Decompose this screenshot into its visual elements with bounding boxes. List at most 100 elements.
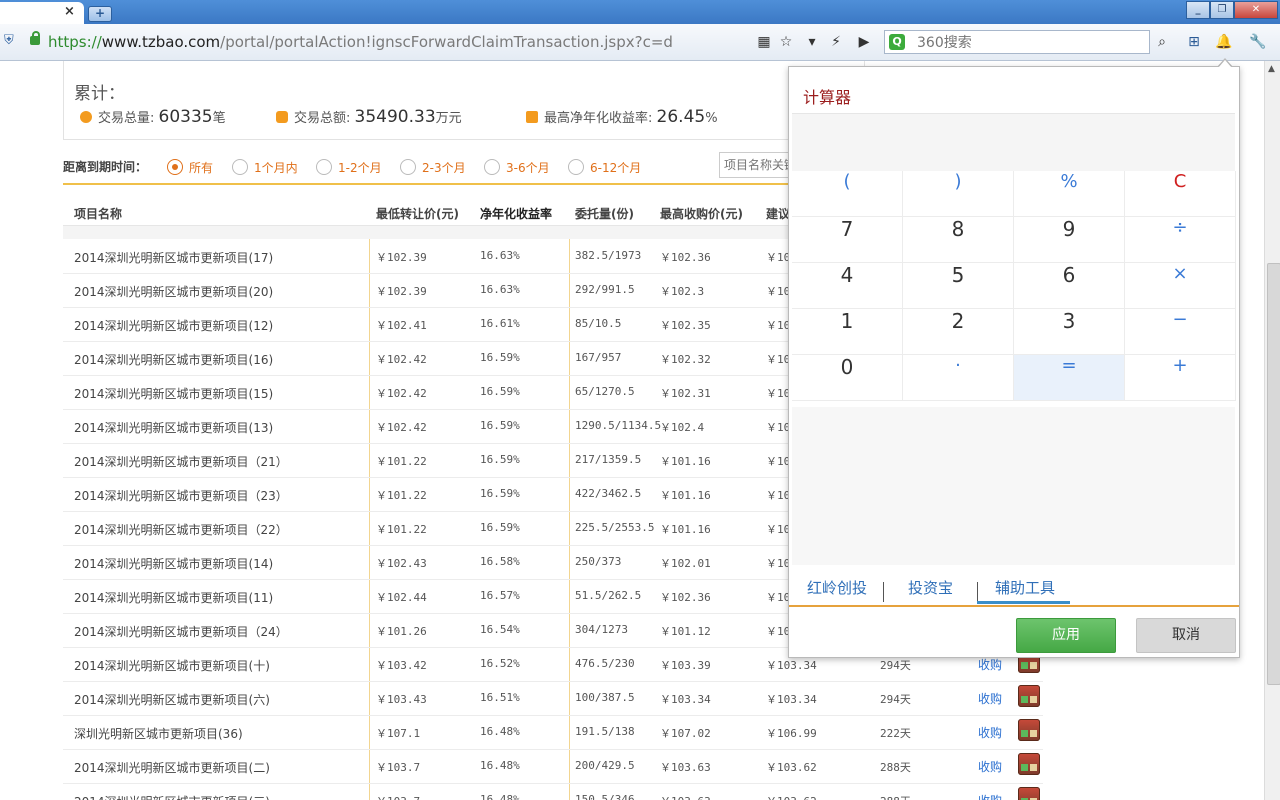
apps-icon[interactable]: ⊞	[1184, 32, 1204, 52]
table-row: 2014深圳光明新区城市更新项目(三) ￥103.7 16.48% 150.5/346…	[63, 783, 1043, 800]
calculator-icon[interactable]	[1018, 787, 1040, 800]
key-percent[interactable]: %	[1014, 171, 1125, 217]
url-path: /portal/portalAction!ignscForwardClaimTr…	[220, 33, 673, 51]
cancel-button[interactable]: 取消	[1136, 618, 1236, 653]
wrench-icon[interactable]: 🔧	[1248, 32, 1268, 52]
cell-rate: 16.59%	[480, 521, 520, 534]
key-4[interactable]: 4	[792, 263, 903, 309]
cell-min-price: ￥102.42	[376, 387, 427, 400]
scroll-thumb[interactable]	[1267, 263, 1280, 685]
cell-max-price: ￥102.31	[660, 387, 711, 400]
key-1[interactable]: 1	[792, 309, 903, 355]
key-multiply[interactable]: ×	[1125, 263, 1236, 309]
cell-min-price: ￥103.43	[376, 693, 427, 706]
tab-tools[interactable]: 辅助工具	[995, 577, 1055, 598]
cell-max-price: ￥102.36	[660, 251, 711, 264]
key-divide[interactable]: ÷	[1125, 217, 1236, 263]
lock-icon[interactable]	[30, 31, 40, 45]
key-9[interactable]: 9	[1014, 217, 1125, 263]
cell-project-name: 2014深圳光明新区城市更新项目(13)	[74, 421, 274, 435]
shield-icon[interactable]: ⛨	[4, 34, 18, 48]
key-plus[interactable]: +	[1125, 355, 1236, 401]
radio-icon[interactable]	[167, 159, 183, 175]
cell-volume: 292/991.5	[575, 283, 635, 296]
buy-link[interactable]: 收购	[978, 656, 1002, 673]
play-icon[interactable]: ▶	[854, 32, 874, 52]
radio-icon[interactable]	[232, 159, 248, 175]
cell-max-price: ￥101.16	[660, 523, 711, 536]
header-rate[interactable]: 净年化收益率	[480, 205, 552, 222]
cell-volume: 422/3462.5	[575, 487, 642, 500]
key-2[interactable]: 2	[903, 309, 1014, 355]
search-icon[interactable]: ⌕	[1152, 32, 1172, 52]
key-decimal[interactable]: ·	[903, 355, 1014, 401]
new-tab-button[interactable]: +	[88, 6, 112, 22]
cell-rate: 16.52%	[480, 657, 520, 670]
header-project-name[interactable]: 项目名称	[74, 205, 122, 222]
key-0[interactable]: 0	[792, 355, 903, 401]
close-window-button[interactable]: ✕	[1234, 1, 1278, 19]
bell-icon[interactable]: 🔔	[1214, 32, 1234, 52]
360-search-logo-icon[interactable]: Q	[889, 34, 905, 50]
search-input[interactable]	[915, 34, 1139, 52]
key-8[interactable]: 8	[903, 217, 1014, 263]
filter-option-all[interactable]: 所有	[167, 159, 213, 176]
key-equals[interactable]: =	[1014, 355, 1125, 401]
key-3[interactable]: 3	[1014, 309, 1125, 355]
cell-suggest: ￥10	[766, 523, 791, 536]
radio-icon[interactable]	[316, 159, 332, 175]
filter-option-3-6m[interactable]: 3-6个月	[484, 159, 550, 176]
dropdown-arrow-icon[interactable]: ▾	[802, 32, 822, 52]
filter-label: 距离到期时间：	[63, 160, 148, 174]
cell-volume: 51.5/262.5	[575, 589, 642, 602]
key-close-paren[interactable]: )	[903, 171, 1014, 217]
radio-icon[interactable]	[400, 159, 416, 175]
key-minus[interactable]: −	[1125, 309, 1236, 355]
qr-code-icon[interactable]: ▦	[754, 32, 774, 52]
browser-tab[interactable]: ×	[0, 2, 84, 24]
key-5[interactable]: 5	[903, 263, 1014, 309]
lightning-icon[interactable]: ⚡	[826, 32, 846, 52]
buy-link[interactable]: 收购	[978, 758, 1002, 775]
filter-option-6-12m[interactable]: 6-12个月	[568, 159, 641, 176]
scroll-up-arrow-icon[interactable]: ▲	[1268, 64, 1275, 74]
key-open-paren[interactable]: (	[792, 171, 903, 217]
key-7[interactable]: 7	[792, 217, 903, 263]
stat-max-rate: 最高净年化收益率: 26.45%	[526, 107, 718, 127]
filter-option-1m[interactable]: 1个月内	[232, 159, 298, 176]
star-icon[interactable]: ☆	[776, 32, 796, 52]
summary-panel: 累计： 交易总量: 60335笔 交易总额: 35490.33万元 最高净年化收…	[63, 61, 865, 140]
cell-max-price: ￥101.16	[660, 489, 711, 502]
browser-tab-bar: × + _ ❐ ✕	[0, 0, 1280, 24]
close-tab-icon[interactable]: ×	[64, 4, 75, 19]
radio-icon[interactable]	[484, 159, 500, 175]
page-scrollbar[interactable]: ▲	[1264, 61, 1280, 800]
key-clear[interactable]: C	[1125, 171, 1236, 217]
filter-option-1-2m[interactable]: 1-2个月	[316, 159, 382, 176]
calculator-icon[interactable]	[1018, 685, 1040, 707]
cell-volume: 65/1270.5	[575, 385, 635, 398]
project-search-input[interactable]	[719, 152, 799, 178]
header-min-price[interactable]: 最低转让价(元)	[376, 205, 459, 222]
cell-rate: 16.57%	[480, 589, 520, 602]
buy-link[interactable]: 收购	[978, 724, 1002, 741]
buy-link[interactable]: 收购	[978, 690, 1002, 707]
minimize-button[interactable]: _	[1186, 1, 1210, 19]
chart-icon	[526, 111, 538, 123]
tab-touzibao[interactable]: 投资宝	[908, 577, 953, 598]
address-bar[interactable]: https://www.tzbao.com/portal/portalActio…	[48, 33, 673, 51]
radio-icon[interactable]	[568, 159, 584, 175]
apply-button[interactable]: 应用	[1016, 618, 1116, 653]
search-box[interactable]: Q	[884, 30, 1150, 54]
cell-suggest: ￥10	[766, 251, 791, 264]
buy-link[interactable]: 收购	[978, 792, 1002, 800]
restore-button[interactable]: ❐	[1210, 1, 1234, 19]
calculator-icon[interactable]	[1018, 753, 1040, 775]
filter-option-2-3m[interactable]: 2-3个月	[400, 159, 466, 176]
calculator-icon[interactable]	[1018, 719, 1040, 741]
cell-max-price: ￥102.32	[660, 353, 711, 366]
header-max-price[interactable]: 最高收购价(元)	[660, 205, 743, 222]
tab-hongling[interactable]: 红岭创投	[807, 577, 867, 598]
key-6[interactable]: 6	[1014, 263, 1125, 309]
cell-suggest: ￥10	[766, 387, 791, 400]
